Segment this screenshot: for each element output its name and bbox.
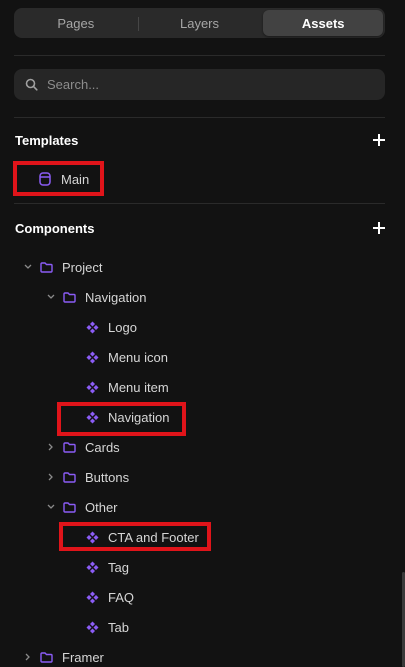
add-template-button[interactable] bbox=[373, 134, 385, 146]
folder-icon bbox=[62, 440, 76, 454]
tree-label: Navigation bbox=[108, 409, 170, 425]
component-icon bbox=[85, 380, 99, 394]
page-icon bbox=[38, 172, 52, 186]
tree-label: Cards bbox=[85, 439, 120, 455]
tab-label: Assets bbox=[301, 15, 345, 31]
tree-label: CTA and Footer bbox=[108, 529, 199, 545]
tree-component-tag[interactable]: Tag bbox=[85, 556, 129, 578]
component-icon bbox=[85, 620, 99, 634]
chevron-right-icon[interactable] bbox=[45, 441, 57, 453]
chevron-down-icon[interactable] bbox=[45, 291, 57, 303]
tree-label: Tab bbox=[108, 619, 129, 635]
template-item-label: Main bbox=[61, 171, 90, 187]
tree-label: Buttons bbox=[85, 469, 130, 485]
component-icon bbox=[85, 560, 99, 574]
search-placeholder: Search... bbox=[47, 77, 100, 92]
tree-label: Menu item bbox=[108, 379, 169, 395]
tree-label: Framer bbox=[62, 649, 104, 665]
tab-layers[interactable]: Layers bbox=[140, 10, 260, 36]
tree-label: Menu icon bbox=[108, 349, 168, 365]
search-icon bbox=[25, 78, 38, 91]
folder-icon bbox=[39, 650, 53, 664]
tree-component-cta-and-footer[interactable]: CTA and Footer bbox=[85, 526, 199, 548]
tab-label: Pages bbox=[57, 15, 95, 31]
tree-label: FAQ bbox=[108, 589, 135, 605]
folder-icon bbox=[62, 290, 76, 304]
search-input[interactable]: Search... bbox=[14, 69, 385, 100]
tree-component-faq[interactable]: FAQ bbox=[85, 586, 134, 608]
tree-component-tab[interactable]: Tab bbox=[85, 616, 129, 638]
tab-assets[interactable]: Assets bbox=[263, 10, 384, 36]
panel-tabs: Pages Layers Assets bbox=[14, 8, 385, 38]
chevron-right-icon[interactable] bbox=[22, 651, 34, 663]
tree-label: Navigation bbox=[85, 289, 147, 305]
component-icon bbox=[85, 350, 99, 364]
tree-component-navigation[interactable]: Navigation bbox=[85, 406, 169, 428]
divider bbox=[14, 117, 385, 118]
divider bbox=[14, 203, 385, 204]
template-item-main[interactable]: Main bbox=[38, 168, 89, 190]
component-icon bbox=[85, 530, 99, 544]
add-component-button[interactable] bbox=[373, 222, 385, 234]
tree-folder-buttons[interactable]: Buttons bbox=[45, 466, 129, 488]
component-icon bbox=[85, 320, 99, 334]
tree-label: Other bbox=[85, 499, 118, 515]
tree-label: Tag bbox=[108, 559, 129, 575]
assets-panel: Pages Layers Assets Search... Templates bbox=[0, 0, 405, 667]
component-icon bbox=[85, 410, 99, 424]
chevron-right-icon[interactable] bbox=[45, 471, 57, 483]
tree-label: Project bbox=[62, 259, 103, 275]
tab-label: Layers bbox=[179, 15, 220, 31]
tab-pages[interactable]: Pages bbox=[16, 10, 139, 36]
tree-folder-project[interactable]: Project bbox=[22, 256, 102, 278]
divider bbox=[14, 55, 385, 56]
tree-component-menu-icon[interactable]: Menu icon bbox=[85, 346, 168, 368]
tree-folder-framer[interactable]: Framer bbox=[22, 646, 104, 667]
tree-folder-navigation[interactable]: Navigation bbox=[45, 286, 146, 308]
tree-component-logo[interactable]: Logo bbox=[85, 316, 137, 338]
tree-folder-cards[interactable]: Cards bbox=[45, 436, 120, 458]
tree-folder-other[interactable]: Other bbox=[45, 496, 118, 518]
folder-icon bbox=[39, 260, 53, 274]
tree-label: Logo bbox=[108, 319, 137, 335]
templates-heading: Templates bbox=[15, 133, 79, 148]
component-icon bbox=[85, 590, 99, 604]
chevron-down-icon[interactable] bbox=[22, 261, 34, 273]
tab-separator bbox=[137, 17, 139, 31]
folder-icon bbox=[62, 470, 76, 484]
components-heading: Components bbox=[15, 221, 95, 236]
tree-component-menu-item[interactable]: Menu item bbox=[85, 376, 169, 398]
chevron-down-icon[interactable] bbox=[45, 501, 57, 513]
folder-icon bbox=[62, 500, 76, 514]
